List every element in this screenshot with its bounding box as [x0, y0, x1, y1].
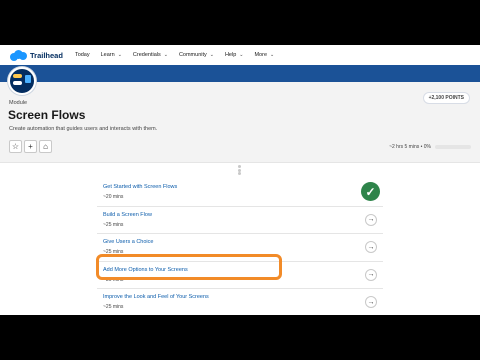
module-description: Create automation that guides users and …	[9, 126, 158, 132]
unit-row[interactable]: Improve the Look and Feel of Your Screen…	[97, 289, 383, 315]
unit-title-link[interactable]: Improve the Look and Feel of Your Screen…	[103, 294, 383, 300]
page-title: Screen Flows	[8, 108, 86, 122]
progress-text: ~2 hrs 5 mins • 0%	[389, 144, 431, 150]
tag-icon[interactable]: ⌂	[39, 140, 52, 153]
module-banner	[0, 65, 480, 82]
brand-name: Trailhead	[30, 50, 63, 60]
unit-duration: ~30 mins	[103, 276, 124, 283]
favorite-star-icon[interactable]: ☆	[9, 140, 22, 153]
chevron-down-icon: ⌄	[117, 52, 122, 58]
unit-title-link[interactable]: Get Started with Screen Flows	[103, 184, 383, 190]
unit-title-link[interactable]: Add More Options to Your Screens	[103, 267, 383, 273]
chevron-down-icon: ⌄	[239, 52, 244, 58]
unit-row[interactable]: Add More Options to Your Screens ~30 mins…	[97, 262, 383, 289]
nav-item-community[interactable]: Community ⌄	[179, 52, 214, 58]
unit-duration: ~25 mins	[103, 221, 124, 228]
nav-item-credentials[interactable]: Credentials ⌄	[133, 52, 168, 58]
nav-item-label: Community	[178, 52, 207, 58]
video-frame: Trailhead Today Learn ⌄ Credentials ⌄ Communi…	[0, 0, 480, 360]
nav-item-label: More	[254, 52, 267, 58]
completed-check-icon: ✓	[361, 182, 380, 201]
unit-row[interactable]: Get Started with Screen Flows ~20 mins ✓	[97, 179, 383, 207]
chevron-down-icon: ⌄	[163, 52, 168, 58]
nav-item-label: Today	[74, 52, 90, 58]
module-badge-icon	[8, 67, 36, 95]
unit-duration: ~25 mins	[103, 249, 124, 255]
nav-item-learn[interactable]: Learn ⌄	[101, 52, 122, 58]
module-actions: ☆ + ⌂	[9, 140, 54, 153]
nav-item-label: Credentials	[132, 52, 161, 58]
arrow-right-icon[interactable]: →	[365, 268, 377, 281]
nav-item-help[interactable]: Help ⌄	[225, 52, 244, 58]
arrow-right-icon[interactable]: →	[365, 241, 377, 253]
salesforce-cloud-icon	[10, 49, 27, 61]
progress-bar	[435, 145, 471, 149]
nav-item-label: Help	[224, 52, 237, 58]
unit-title-link[interactable]: Build a Screen Flow	[103, 212, 383, 218]
arrow-right-icon[interactable]: →	[365, 296, 377, 308]
unit-duration: ~20 mins	[103, 194, 124, 200]
module-type-label: Module	[9, 100, 28, 106]
points-badge: +2,100 POINTS	[422, 92, 470, 104]
unit-row[interactable]: Build a Screen Flow ~25 mins →	[97, 207, 383, 234]
nav-item-today[interactable]: Today	[75, 52, 90, 58]
arrow-right-icon[interactable]: →	[365, 213, 377, 226]
add-to-trailmix-icon[interactable]: +	[24, 140, 37, 153]
chevron-down-icon: ⌄	[209, 52, 214, 58]
unit-list: Get Started with Screen Flows ~20 mins ✓ Bu…	[97, 179, 383, 315]
unit-title-link[interactable]: Give Users a Choice	[103, 239, 383, 245]
nav-item-label: Learn	[100, 52, 115, 58]
browser-viewport: Trailhead Today Learn ⌄ Credentials ⌄ Communi…	[0, 45, 480, 315]
unit-duration: ~25 mins	[103, 304, 124, 310]
top-navigation: Trailhead Today Learn ⌄ Credentials ⌄ Communi…	[0, 45, 480, 65]
nav-item-more[interactable]: More ⌄	[254, 52, 274, 58]
drag-handle-icon[interactable]	[238, 165, 242, 175]
trailhead-logo[interactable]: Trailhead	[10, 49, 63, 61]
unit-row[interactable]: Give Users a Choice ~25 mins →	[97, 234, 383, 262]
chevron-down-icon: ⌄	[270, 52, 275, 58]
nav-menu: Today Learn ⌄ Credentials ⌄ Community ⌄ Help ⌄ Mo…	[75, 52, 285, 58]
module-progress: ~2 hrs 5 mins • 0%	[389, 144, 471, 150]
